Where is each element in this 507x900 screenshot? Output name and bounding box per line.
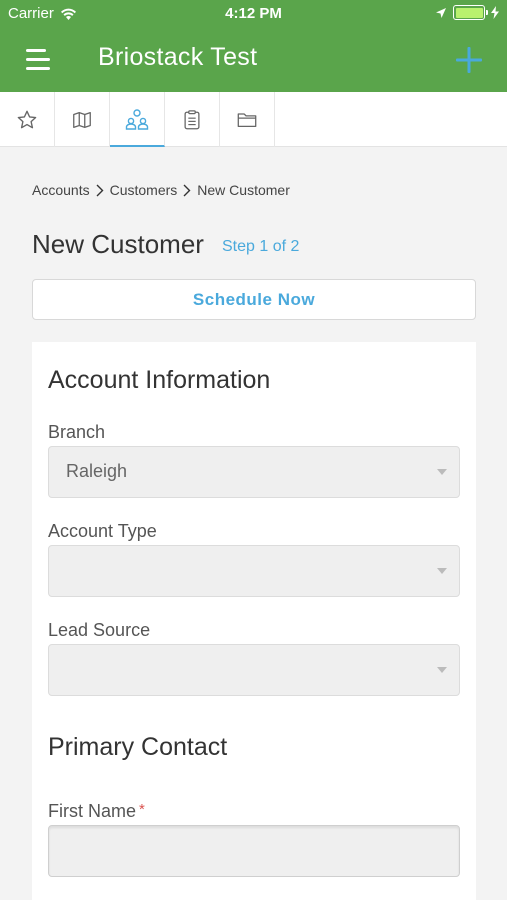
- map-icon: [73, 111, 91, 128]
- app-title: Briostack Test: [98, 43, 258, 71]
- branch-select[interactable]: Raleigh: [48, 446, 460, 498]
- tab-files[interactable]: [220, 92, 275, 147]
- dropdown-caret-icon: [437, 568, 447, 574]
- first-name-input[interactable]: [48, 825, 460, 877]
- star-icon: [17, 110, 37, 128]
- folder-icon: [237, 112, 257, 127]
- clipboard-icon: [184, 109, 200, 129]
- chevron-right-icon: [96, 184, 104, 197]
- app-header: Carrier 4:12 PM Briostack Test: [0, 0, 507, 92]
- first-name-label-text: First Name: [48, 801, 137, 821]
- breadcrumb-customers[interactable]: Customers: [110, 182, 178, 198]
- tab-map[interactable]: [55, 92, 110, 147]
- lead-source-label: Lead Source: [48, 620, 151, 640]
- required-marker: *: [139, 801, 145, 818]
- tab-work-orders[interactable]: [165, 92, 220, 147]
- branch-label: Branch: [48, 422, 106, 442]
- customer-form-card: Account Information Branch Raleigh Accou…: [32, 342, 476, 900]
- primary-contact-heading: Primary Contact: [48, 733, 228, 761]
- dropdown-caret-icon: [437, 469, 447, 475]
- status-indicators: [435, 5, 499, 20]
- first-name-label: First Name *: [48, 801, 145, 822]
- account-type-select[interactable]: [48, 545, 460, 597]
- breadcrumb-accounts[interactable]: Accounts: [32, 182, 90, 198]
- page-title: New Customer: [32, 229, 204, 259]
- chevron-right-icon: [183, 184, 191, 197]
- tab-favorites[interactable]: [0, 92, 55, 147]
- charging-bolt-icon: [491, 6, 499, 19]
- account-type-label: Account Type: [48, 521, 157, 541]
- step-indicator: Step 1 of 2: [222, 238, 300, 255]
- schedule-now-button[interactable]: Schedule Now: [32, 279, 476, 320]
- people-icon: [125, 108, 149, 130]
- tab-bar: [0, 92, 507, 147]
- plus-icon[interactable]: [453, 44, 485, 76]
- lead-source-select[interactable]: [48, 644, 460, 696]
- hamburger-menu-icon[interactable]: [20, 44, 56, 76]
- nav-bar: Briostack Test: [0, 28, 507, 92]
- breadcrumb-current: New Customer: [197, 182, 290, 198]
- branch-value: Raleigh: [66, 461, 128, 481]
- account-information-heading: Account Information: [48, 366, 271, 394]
- battery-icon: [453, 5, 488, 20]
- status-bar: Carrier 4:12 PM: [0, 0, 507, 28]
- tab-customers[interactable]: [110, 92, 165, 147]
- clock: 4:12 PM: [225, 5, 282, 22]
- dropdown-caret-icon: [437, 667, 447, 673]
- location-arrow-icon: [436, 7, 446, 18]
- breadcrumb: Accounts Customers New Customer: [32, 182, 290, 198]
